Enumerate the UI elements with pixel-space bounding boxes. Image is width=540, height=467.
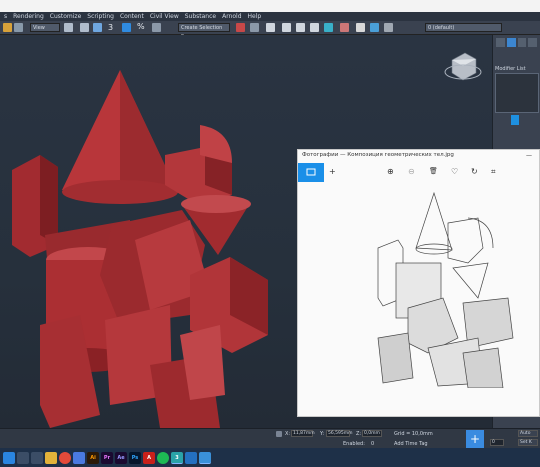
crop-icon[interactable]: ⌗ xyxy=(491,167,496,177)
zoom-in-icon[interactable]: ⊕ xyxy=(387,167,394,176)
set-key-button[interactable]: Set K xyxy=(518,439,538,446)
photos-app-icon[interactable] xyxy=(199,451,211,464)
menu-item-rendering[interactable]: Rendering xyxy=(13,13,44,20)
modifier-stack[interactable] xyxy=(495,73,539,113)
chrome-icon[interactable] xyxy=(59,451,71,464)
premiere-icon[interactable]: Pr xyxy=(101,451,113,464)
rotate-icon[interactable] xyxy=(93,23,102,32)
render-frame-icon[interactable] xyxy=(356,23,365,32)
selection-set-combo[interactable]: Create Selection Se xyxy=(178,23,230,40)
snap-3-label[interactable]: 3 xyxy=(108,23,113,32)
menu-item-customize[interactable]: Customize xyxy=(50,13,82,20)
frame-field[interactable]: 0 xyxy=(490,439,504,446)
y-coordinate-field[interactable]: 56,595mm xyxy=(326,430,353,437)
x-coordinate-field[interactable]: 11,87mm xyxy=(291,430,315,437)
y-label: Y: xyxy=(320,431,325,437)
gallery-icon xyxy=(306,168,316,176)
lock-icon[interactable] xyxy=(276,431,282,437)
auto-key-button[interactable]: Auto xyxy=(518,430,538,437)
hierarchy-tab[interactable] xyxy=(517,38,527,47)
minimize-button[interactable]: — xyxy=(526,152,532,159)
main-toolbar: View 3 % Create Selection Se 0 (default) xyxy=(0,21,540,40)
screen: s Rendering Customize Scripting Content … xyxy=(0,0,540,467)
view-combo[interactable]: View xyxy=(30,23,60,32)
grid-size: Grid = 10,0mm xyxy=(394,431,433,437)
scene-explorer-icon[interactable] xyxy=(282,23,291,32)
menu-item-civil-view[interactable]: Civil View xyxy=(150,13,179,20)
percent-snap-label[interactable]: % xyxy=(137,22,145,31)
start-icon[interactable] xyxy=(3,451,15,464)
title-bar xyxy=(0,0,540,12)
zoom-out-icon[interactable]: ⊖ xyxy=(408,167,415,176)
view-cube-icon[interactable] xyxy=(444,52,482,81)
taskbar: Ai Pr Ae Ps A 3 xyxy=(0,448,540,467)
add-key-icon[interactable]: + xyxy=(466,430,484,448)
x-label: X: xyxy=(285,431,291,437)
render-setup-icon[interactable] xyxy=(340,23,349,32)
layer-icon[interactable] xyxy=(266,23,275,32)
menu-item-scripting[interactable]: Scripting xyxy=(87,13,114,20)
command-panel-tabs xyxy=(493,35,540,50)
3dsmax-icon[interactable]: 3 xyxy=(171,451,183,464)
store-icon[interactable] xyxy=(73,451,85,464)
rotate-icon[interactable]: ↻ xyxy=(471,167,478,176)
spinner-snap-icon[interactable] xyxy=(152,23,161,32)
spotify-icon[interactable] xyxy=(157,451,169,464)
pin-stack-icon[interactable] xyxy=(511,115,519,125)
task-view-icon[interactable] xyxy=(31,451,43,464)
menu-item-substance[interactable]: Substance xyxy=(185,13,216,20)
move-icon[interactable] xyxy=(80,23,89,32)
modifier-list-label: Modifier List xyxy=(495,66,526,72)
z-coordinate-field[interactable]: 0,0mm xyxy=(362,430,382,437)
menu-bar: s Rendering Customize Scripting Content … xyxy=(0,12,540,21)
curve-editor-icon[interactable] xyxy=(296,23,305,32)
create-tab[interactable] xyxy=(496,38,505,47)
teapot-icon[interactable] xyxy=(384,23,393,32)
vscode-icon[interactable] xyxy=(185,451,197,464)
redo-icon[interactable] xyxy=(14,23,23,32)
photos-title: Фотографии — Композиция геометрических т… xyxy=(302,152,454,158)
delete-icon[interactable]: 🗑 xyxy=(429,167,438,175)
menu-item-help[interactable]: Help xyxy=(248,13,262,20)
photos-toolbar: + ⊕ ⊖ 🗑 ♡ ↻ ⌗ xyxy=(298,163,540,182)
illustrator-icon[interactable]: Ai xyxy=(87,451,99,464)
undo-icon[interactable] xyxy=(3,23,12,32)
schematic-icon[interactable] xyxy=(310,23,319,32)
menu-item-content[interactable]: Content xyxy=(120,13,144,20)
motion-tab[interactable] xyxy=(528,38,537,47)
menu-item[interactable]: s xyxy=(4,13,7,20)
search-icon[interactable] xyxy=(17,451,29,464)
acrobat-icon[interactable]: A xyxy=(143,451,155,464)
z-label: Z: xyxy=(356,431,362,437)
modify-tab[interactable] xyxy=(506,38,516,47)
render-icon[interactable] xyxy=(370,23,379,32)
layer-combo[interactable]: 0 (default) xyxy=(425,23,502,32)
menu-item-arnold[interactable]: Arnold xyxy=(222,13,241,20)
sketch-image xyxy=(377,191,514,388)
photos-window: Фотографии — Композиция геометрических т… xyxy=(297,149,540,417)
enabled-label: Enabled: xyxy=(343,441,365,447)
favorite-icon[interactable]: ♡ xyxy=(451,167,458,176)
mirror-icon[interactable] xyxy=(236,23,245,32)
align-icon[interactable] xyxy=(250,23,259,32)
enabled-value: 0 xyxy=(371,441,375,447)
after-effects-icon[interactable]: Ae xyxy=(115,451,127,464)
add-time-tag-button[interactable]: Add Time Tag xyxy=(394,441,428,447)
select-icon[interactable] xyxy=(64,23,73,32)
photoshop-icon[interactable]: Ps xyxy=(129,451,141,464)
status-bar: X: 11,87mm Y: 56,595mm Z: 0,0mm Grid = 1… xyxy=(0,428,540,448)
file-explorer-icon[interactable] xyxy=(45,451,57,464)
gallery-button[interactable] xyxy=(298,163,324,182)
add-button[interactable]: + xyxy=(329,167,336,176)
snap-toggle-icon[interactable] xyxy=(122,23,131,32)
material-editor-icon[interactable] xyxy=(324,23,333,32)
